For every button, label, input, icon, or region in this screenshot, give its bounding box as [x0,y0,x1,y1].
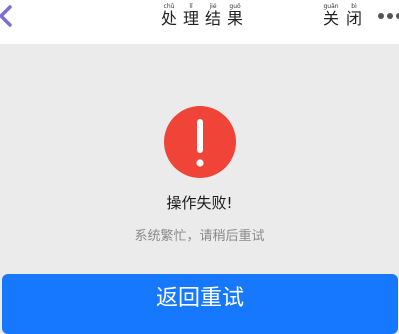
error-title: 操作失败! [166,194,233,212]
dot [387,13,393,19]
more-dots-icon[interactable] [378,13,399,19]
title-char: guǒ 果 [227,3,243,28]
error-message: 系统繁忙，请稍后重试 [134,229,265,244]
hanzi-label: 果 [227,9,244,28]
title-char: lǐ 理 [183,3,199,28]
hanzi-label: 结 [205,9,222,28]
top-bar: chǔ 处 lǐ 理 jié 结 guǒ 果 guān 关 bì 闭 [0,0,399,44]
error-exclamation-icon [164,106,236,178]
page-title: chǔ 处 lǐ 理 jié 结 guǒ 果 [161,3,249,28]
close-char: bì 闭 [346,3,362,28]
dot [378,13,384,19]
title-char: chǔ 处 [161,3,177,28]
title-char: jié 结 [205,3,221,28]
chevron-left-icon[interactable] [0,4,22,28]
hanzi-label: 关 [323,9,340,28]
retry-button[interactable]: 返回重试 [2,274,398,334]
hanzi-label: 理 [183,9,200,28]
close-char: guān 关 [323,3,339,28]
hanzi-label: 处 [161,9,178,28]
hanzi-label: 闭 [346,9,363,28]
close-button[interactable]: guān 关 bì 闭 [323,3,369,28]
